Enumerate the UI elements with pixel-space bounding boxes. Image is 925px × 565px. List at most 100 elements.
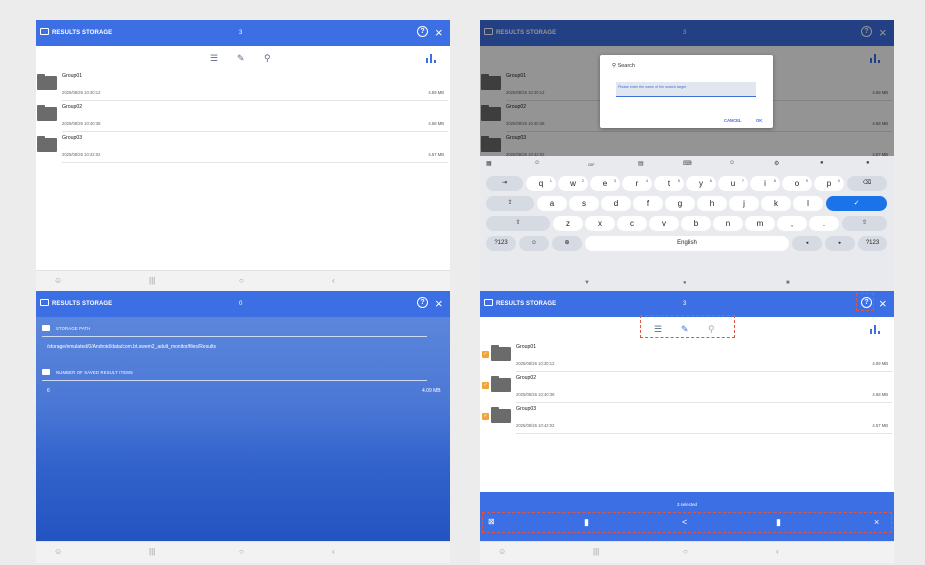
accessibility-icon[interactable]: ☺ [54, 547, 62, 556]
chart-icon[interactable] [426, 54, 436, 63]
sort-icon[interactable]: ☰ [210, 53, 218, 64]
clipboard-icon[interactable]: ▤ [638, 160, 644, 167]
apps-icon[interactable]: ▦ [486, 160, 492, 167]
help-button[interactable]: ? [417, 297, 428, 308]
back-icon[interactable]: ‹ [332, 547, 335, 556]
key-label: y [699, 179, 703, 188]
home-icon[interactable]: ● [683, 280, 687, 286]
key-alt-label: 3 [613, 178, 616, 183]
recents-icon[interactable]: ||| [593, 547, 599, 556]
chart-icon[interactable] [870, 325, 880, 334]
key-u[interactable]: u7 [718, 176, 748, 191]
back-icon[interactable]: ‹ [332, 276, 335, 285]
key-c[interactable]: c [617, 216, 647, 231]
key-t[interactable]: t5 [654, 176, 684, 191]
gif-button[interactable]: GIF [588, 162, 595, 167]
key-m[interactable]: m [745, 216, 775, 231]
list-item[interactable]: ✓ Group03 2025/08/26 10:42:02 4.57 MB [482, 403, 894, 434]
close-button[interactable]: × [435, 25, 443, 40]
shift-key[interactable]: ⇧ [486, 216, 550, 231]
hide-keyboard-icon[interactable]: ▼ [584, 280, 590, 286]
key-k[interactable]: k [761, 196, 791, 211]
recents-icon[interactable]: ■ [786, 280, 790, 286]
settings-icon[interactable]: ⚙ [774, 160, 779, 167]
folder-icon [40, 28, 49, 35]
key-period[interactable]: . [809, 216, 839, 231]
cancel-button[interactable]: CANCEL [724, 118, 741, 123]
accessibility-icon[interactable]: ☺ [498, 547, 506, 556]
accessibility-icon[interactable]: ☺ [54, 276, 62, 285]
list-item[interactable]: Group01 2025/08/26 10:30:12 4.59 MB [36, 70, 450, 101]
backspace-key[interactable]: ⌫ [847, 176, 887, 191]
key-v[interactable]: v [649, 216, 679, 231]
recents-icon[interactable]: ||| [149, 547, 155, 556]
recents-icon[interactable]: ||| [149, 276, 155, 285]
key-z[interactable]: z [553, 216, 583, 231]
list-item[interactable]: Group02 2025/08/26 10:40:38 4.58 MB [36, 101, 450, 132]
search-icon[interactable]: ⚲ [264, 53, 271, 64]
mic-icon[interactable]: ● [866, 160, 870, 166]
list-item[interactable]: ✓ Group01 2025/08/26 10:30:12 4.59 MB [482, 341, 894, 372]
key-r[interactable]: r4 [622, 176, 652, 191]
key-q[interactable]: q1 [526, 176, 556, 191]
ok-button[interactable]: OK [756, 118, 762, 123]
key-comma[interactable]: , [777, 216, 807, 231]
list-item[interactable]: Group03 2025/08/26 10:42:02 4.57 MB [36, 132, 450, 163]
shift-key-right[interactable]: ⇧ [842, 216, 887, 231]
search-icon: ⚲ [612, 63, 617, 69]
folder-icon [40, 299, 49, 306]
key-g[interactable]: g [665, 196, 695, 211]
key-x[interactable]: x [585, 216, 615, 231]
key-n[interactable]: n [713, 216, 743, 231]
key-f[interactable]: f [633, 196, 663, 211]
enter-key[interactable]: ✓ [826, 196, 887, 211]
cursor-left-key[interactable]: ◂ [792, 236, 822, 251]
item-count: 3 [239, 30, 243, 36]
checkbox[interactable]: ✓ [482, 413, 489, 420]
emoji-key[interactable]: ☺ [519, 236, 549, 251]
symbols-key-right[interactable]: ?123 [858, 236, 887, 251]
key-h[interactable]: h [697, 196, 727, 211]
cursor-right-key[interactable]: ▸ [825, 236, 855, 251]
checkbox[interactable]: ✓ [482, 351, 489, 358]
key-e[interactable]: e3 [590, 176, 620, 191]
language-key[interactable]: ⊕ [552, 236, 582, 251]
home-icon[interactable]: ○ [239, 276, 244, 285]
emoji-icon[interactable]: ☺ [729, 160, 735, 166]
key-i[interactable]: i8 [750, 176, 780, 191]
key-d[interactable]: d [601, 196, 631, 211]
group-name: Group01 [516, 344, 537, 350]
key-o[interactable]: o9 [782, 176, 812, 191]
help-button[interactable]: ? [417, 26, 428, 37]
key-label: q [538, 179, 544, 188]
keyboard-icon[interactable]: ⌨ [683, 160, 692, 167]
back-icon[interactable]: ‹ [776, 547, 779, 556]
group-date: 2025/08/26 10:40:38 [62, 121, 101, 126]
checkbox[interactable]: ✓ [482, 382, 489, 389]
key-s[interactable]: s [569, 196, 599, 211]
list-item[interactable]: ✓ Group02 2025/08/26 10:40:38 4.58 MB [482, 372, 894, 403]
key-y[interactable]: y6 [686, 176, 716, 191]
caps-key[interactable]: ⇪ [486, 196, 534, 211]
key-w[interactable]: w2 [558, 176, 588, 191]
space-key[interactable]: English [585, 236, 789, 251]
sticker-icon[interactable]: ☺ [534, 160, 540, 166]
home-icon[interactable]: ○ [239, 547, 244, 556]
home-icon[interactable]: ○ [683, 547, 688, 556]
key-p[interactable]: p0 [814, 176, 844, 191]
key-b[interactable]: b [681, 216, 711, 231]
info-background [36, 317, 450, 563]
key-a[interactable]: a [537, 196, 567, 211]
group-name: Group03 [516, 406, 537, 412]
tab-key[interactable]: ⇥ [486, 176, 523, 191]
search-input[interactable]: Please enter the name of the search targ… [616, 82, 756, 97]
symbols-key[interactable]: ?123 [486, 236, 516, 251]
key-alt-label: 0 [837, 178, 840, 183]
palette-icon[interactable]: ● [820, 160, 824, 166]
key-j[interactable]: j [729, 196, 759, 211]
edit-icon[interactable]: ✎ [237, 53, 245, 64]
group-date: 2025/08/26 10:40:38 [516, 392, 555, 397]
close-button[interactable]: × [435, 296, 443, 311]
key-l[interactable]: l [793, 196, 823, 211]
close-button[interactable]: × [879, 296, 887, 311]
